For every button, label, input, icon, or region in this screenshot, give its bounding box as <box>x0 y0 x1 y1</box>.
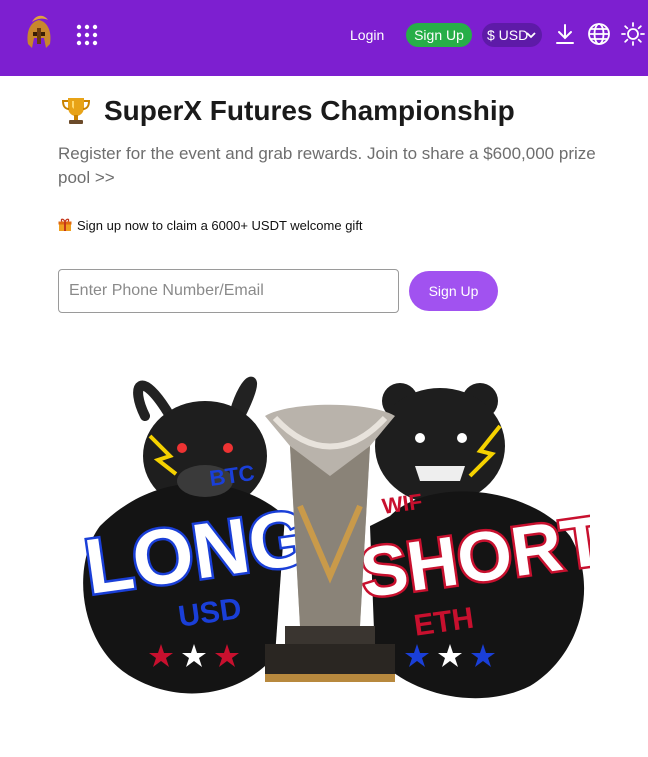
phone-email-input[interactable] <box>58 269 399 313</box>
trophy-icon <box>61 98 91 124</box>
currency-label: $ USD <box>487 27 529 43</box>
long-short-championship-artwork: LONG BTC USD SHORT WIF ETH <box>77 376 590 699</box>
globe-icon[interactable] <box>587 22 611 46</box>
sun-icon[interactable] <box>621 22 645 46</box>
header-signup-button[interactable]: Sign Up <box>406 23 472 47</box>
welcome-gift-notice: Sign up now to claim a 6000+ USDT welcom… <box>58 217 363 235</box>
download-icon[interactable] <box>553 22 577 46</box>
gift-icon <box>58 218 72 231</box>
top-navigation-bar: Login Sign Up $ USD <box>0 0 648 76</box>
event-register-link[interactable]: Register for the event and grab rewards.… <box>58 142 598 190</box>
apps-grid-icon[interactable] <box>76 24 98 46</box>
long-label: LONG <box>80 492 315 611</box>
welcome-gift-text: Sign up now to claim a 6000+ USDT welcom… <box>77 218 363 233</box>
currency-selector[interactable]: $ USD <box>482 23 542 47</box>
signup-button[interactable]: Sign Up <box>409 271 498 311</box>
login-link[interactable]: Login <box>350 25 384 45</box>
spartan-helmet-logo[interactable] <box>22 14 56 54</box>
page-title: SuperX Futures Championship <box>104 95 515 126</box>
chevron-down-icon <box>526 32 536 39</box>
